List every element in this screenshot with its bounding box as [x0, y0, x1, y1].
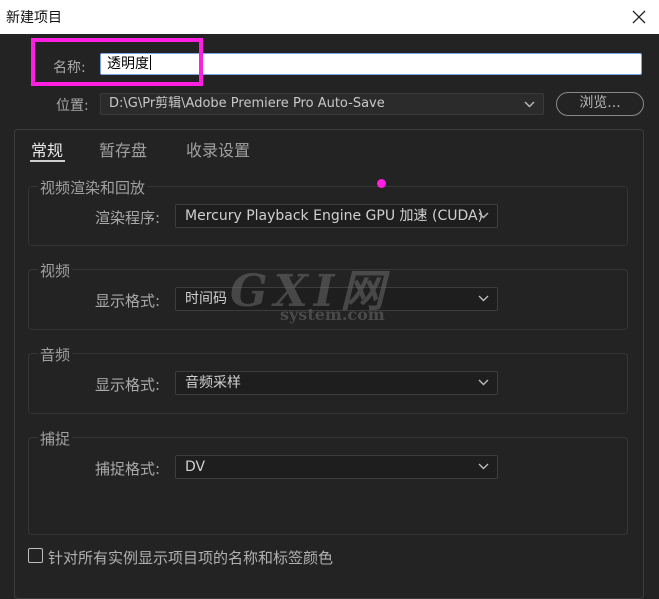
close-button[interactable]	[627, 5, 651, 29]
text-caret	[150, 55, 151, 70]
chevron-down-icon	[478, 212, 489, 219]
capture-section-title: 捕捉	[38, 428, 73, 449]
highlight-dot	[377, 179, 386, 188]
tab-ingest-settings[interactable]: 收录设置	[186, 137, 250, 161]
video-section-title: 视频	[38, 260, 73, 281]
name-input[interactable]: 透明度	[100, 53, 642, 75]
audio-section-title: 音频	[38, 344, 73, 365]
window-title: 新建项目	[6, 10, 62, 26]
capture-format-value: DV	[185, 459, 206, 475]
capture-format-label: 捕捉格式:	[95, 460, 161, 478]
chevron-down-icon	[478, 379, 489, 386]
tab-general[interactable]: 常规	[31, 137, 63, 161]
location-value: D:\G\Pr剪辑\Adobe Premiere Pro Auto-Save	[109, 96, 385, 111]
capture-section	[28, 437, 628, 535]
renderer-label: 渲染程序:	[95, 209, 161, 227]
title-bar: 新建项目	[0, 0, 659, 34]
chevron-down-icon	[524, 101, 535, 108]
show-label-colors-checkbox[interactable]	[28, 548, 43, 563]
audio-display-format-dropdown[interactable]: 音频采样	[175, 371, 498, 395]
show-label-colors-label[interactable]: 针对所有实例显示项目项的名称和标签颜色	[48, 547, 333, 568]
tab-scratch-disks[interactable]: 暂存盘	[99, 137, 147, 161]
chevron-down-icon	[478, 463, 489, 470]
renderer-dropdown[interactable]: Mercury Playback Engine GPU 加速 (CUDA)	[175, 204, 498, 228]
render-section-title: 视频渲染和回放	[38, 177, 148, 198]
renderer-value: Mercury Playback Engine GPU 加速 (CUDA)	[185, 208, 484, 224]
audio-display-format-value: 音频采样	[185, 375, 241, 391]
name-label: 名称:	[53, 60, 86, 76]
chevron-down-icon	[478, 295, 489, 302]
location-label: 位置:	[56, 98, 89, 114]
video-display-format-value: 时间码	[185, 291, 227, 307]
capture-format-dropdown[interactable]: DV	[175, 455, 498, 479]
video-display-format-label: 显示格式:	[95, 292, 161, 310]
browse-button[interactable]: 浏览...	[556, 92, 644, 116]
active-tab-indicator	[30, 160, 65, 162]
video-display-format-dropdown[interactable]: 时间码	[175, 287, 498, 311]
close-icon	[632, 10, 646, 24]
audio-display-format-label: 显示格式:	[95, 376, 161, 394]
name-value: 透明度	[107, 56, 149, 72]
location-select[interactable]: D:\G\Pr剪辑\Adobe Premiere Pro Auto-Save	[100, 93, 544, 115]
